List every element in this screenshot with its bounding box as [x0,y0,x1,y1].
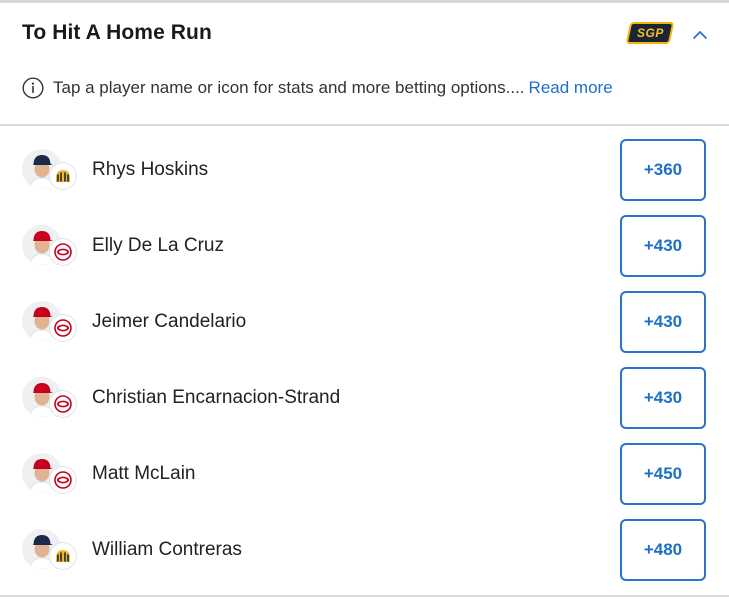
divider [0,124,729,126]
info-icon [22,77,44,99]
player-row: Rhys Hoskins +360 [0,133,729,209]
odds-button[interactable]: +430 [620,291,706,353]
player-name[interactable]: William Contreras [92,539,242,561]
odds-button[interactable]: +360 [620,139,706,201]
odds-button[interactable]: +430 [620,367,706,429]
chevron-up-icon [693,31,707,39]
reds-logo-icon[interactable] [50,391,76,417]
player-name[interactable]: Elly De La Cruz [92,235,224,257]
player-row: Matt McLain +450 [0,437,729,513]
player-row: Jeimer Candelario +430 [0,285,729,361]
player-name[interactable]: Jeimer Candelario [92,311,246,333]
info-text: Tap a player name or icon for stats and … [53,78,525,97]
player-name[interactable]: Rhys Hoskins [92,159,208,181]
odds-button[interactable]: +450 [620,443,706,505]
sgp-badge: SGP [625,22,675,44]
player-name[interactable]: Matt McLain [92,463,195,485]
reds-logo-icon[interactable] [50,315,76,341]
odds-button[interactable]: +480 [620,519,706,581]
reds-logo-icon[interactable] [50,239,76,265]
market-header: To Hit A Home Run SGP [0,3,729,65]
player-list: Rhys Hoskins +360 Elly De La Cruz +430 Jeime… [0,133,729,589]
read-more-link[interactable]: Read more [529,78,613,98]
player-name[interactable]: Christian Encarnacion-Strand [92,387,340,409]
brewers-logo-icon[interactable] [50,163,76,189]
sgp-badge-label: SGP [636,26,664,40]
market-card: To Hit A Home Run SGP Tap a player name … [0,0,729,600]
reds-logo-icon[interactable] [50,467,76,493]
player-row: William Contreras +480 [0,513,729,589]
divider [0,595,729,597]
player-row: Christian Encarnacion-Strand +430 [0,361,729,437]
collapse-button[interactable] [688,23,712,47]
brewers-logo-icon[interactable] [50,543,76,569]
player-row: Elly De La Cruz +430 [0,209,729,285]
market-title: To Hit A Home Run [22,21,212,44]
odds-button[interactable]: +430 [620,215,706,277]
info-row: Tap a player name or icon for stats and … [22,75,613,101]
